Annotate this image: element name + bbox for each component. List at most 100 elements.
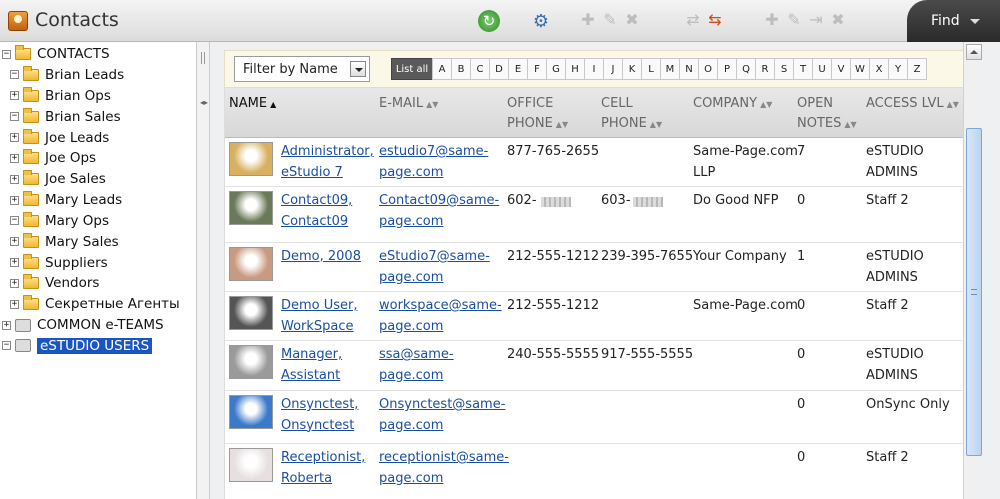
letter-filter-button[interactable]: I	[584, 58, 604, 80]
expand-icon[interactable]: +	[10, 278, 19, 288]
column-header[interactable]: OPEN NOTES ▲▼	[797, 94, 857, 135]
table-row[interactable]: Onsynctest, Onsynctest Onsynctest@same-pag…	[225, 391, 963, 444]
move-folder-icon[interactable]: ⇥	[806, 10, 826, 30]
delete-contact-icon[interactable]: ✖	[622, 10, 642, 30]
column-header[interactable]: OFFICE PHONE ▲▼	[507, 94, 568, 135]
sort-icon[interactable]: ▲▼	[760, 100, 772, 109]
contact-email-link[interactable]: Onsynctest@same-page.com	[379, 395, 505, 436]
column-header[interactable]: NAME ▲	[229, 94, 276, 115]
tree-item[interactable]: + Vendors	[10, 273, 99, 293]
tree-item[interactable]: − Brian Sales	[10, 107, 121, 127]
contact-email-link[interactable]: receptionist@same-page.com	[379, 448, 509, 489]
contact-name-link[interactable]: Receptionist, Roberta	[281, 448, 365, 489]
expand-icon[interactable]: +	[10, 91, 19, 100]
tree-item[interactable]: + Joe Ops	[10, 148, 96, 168]
letter-filter-button[interactable]: C	[470, 58, 490, 80]
expand-icon[interactable]: +	[10, 299, 19, 309]
letter-filter-button[interactable]: X	[869, 58, 889, 80]
expand-icon[interactable]: +	[10, 174, 19, 184]
letter-filter-button[interactable]: J	[603, 58, 623, 80]
add-contact-icon[interactable]: ✚	[578, 10, 598, 30]
contact-email-link[interactable]: ssa@same-page.com	[379, 345, 454, 386]
contact-avatar[interactable]	[229, 345, 273, 379]
vertical-scrollbar[interactable]	[963, 42, 983, 499]
scroll-thumb[interactable]	[966, 128, 982, 456]
letter-filter-button[interactable]: T	[793, 58, 813, 80]
contact-avatar[interactable]	[229, 247, 273, 281]
expand-icon[interactable]: +	[10, 133, 19, 142]
edit-folder-icon[interactable]: ✎	[784, 10, 804, 30]
expand-icon[interactable]: +	[10, 195, 19, 205]
pane-splitter[interactable]: ◂▸	[196, 42, 210, 499]
contact-avatar[interactable]	[229, 448, 273, 482]
contact-name-link[interactable]: Demo User, WorkSpace	[281, 296, 358, 337]
letter-filter-button[interactable]: D	[489, 58, 509, 80]
contact-name-link[interactable]: Administrator, eStudio 7	[281, 142, 374, 183]
letter-filter-button[interactable]: V	[831, 58, 851, 80]
letter-filter-button[interactable]: F	[527, 58, 547, 80]
letter-filter-button[interactable]: G	[546, 58, 566, 80]
letter-filter-button[interactable]: R	[755, 58, 775, 80]
sort-icon[interactable]: ▲	[270, 100, 276, 109]
copy-contact-icon[interactable]: ⇄	[683, 10, 703, 30]
table-row[interactable]: Receptionist, Roberta receptionist@same-pa…	[225, 444, 963, 499]
letter-filter-button[interactable]: Z	[907, 58, 927, 80]
letter-filter-button[interactable]: S	[774, 58, 794, 80]
tree-item[interactable]: − Brian Leads	[10, 65, 124, 85]
letter-filter-button[interactable]: K	[622, 58, 642, 80]
delete-folder-icon[interactable]: ✖	[828, 10, 848, 30]
refresh-icon[interactable]: ↻	[478, 10, 500, 32]
letter-filter-button[interactable]: B	[451, 58, 471, 80]
contact-avatar[interactable]	[229, 395, 273, 429]
column-header[interactable]: COMPANY ▲▼	[693, 94, 772, 115]
column-header[interactable]: ACCESS LVL ▲▼	[866, 94, 959, 115]
letter-filter-button[interactable]: L	[641, 58, 661, 80]
tree-item[interactable]: + Brian Ops	[10, 86, 111, 106]
contact-email-link[interactable]: estudio7@same-page.com	[379, 142, 488, 183]
table-row[interactable]: Manager, Assistant ssa@same-page.com 240-55…	[225, 341, 963, 391]
tree-item[interactable]: − eSTUDIO USERS	[2, 336, 153, 356]
letter-filter-button[interactable]: E	[508, 58, 528, 80]
sync-users-icon[interactable]: ⚙	[528, 10, 554, 32]
letter-filter-button[interactable]: H	[565, 58, 585, 80]
collapse-icon[interactable]: −	[10, 70, 19, 79]
column-header[interactable]: CELL PHONE ▲▼	[601, 94, 662, 135]
letter-filter-button[interactable]: Y	[888, 58, 908, 80]
tree-item[interactable]: + Mary Sales	[10, 232, 119, 252]
expand-icon[interactable]: +	[2, 320, 11, 330]
letter-filter-button[interactable]: U	[812, 58, 832, 80]
table-row[interactable]: Contact09, Contact09 Contact09@same-page.c…	[225, 187, 963, 243]
letter-filter-button[interactable]: Q	[736, 58, 756, 80]
scroll-up-button[interactable]	[966, 44, 982, 60]
contact-name-link[interactable]: Demo, 2008	[281, 247, 361, 268]
expand-icon[interactable]: +	[10, 258, 19, 267]
table-row[interactable]: Demo, 2008 eStudio7@same-page.com 212-555-…	[225, 243, 963, 292]
tree-item[interactable]: + Секретные Агенты	[10, 294, 180, 314]
letter-filter-button[interactable]: M	[660, 58, 680, 80]
tree-item[interactable]: + Suppliers	[10, 253, 108, 273]
collapse-icon[interactable]: −	[2, 49, 11, 59]
tree-item[interactable]: + Joe Sales	[10, 169, 106, 189]
sort-icon[interactable]: ▲▼	[556, 120, 568, 129]
sort-icon[interactable]: ▲▼	[844, 120, 856, 129]
collapse-icon[interactable]: −	[2, 341, 11, 350]
tree-item[interactable]: + COMMON e-TEAMS	[2, 315, 164, 335]
splitter-grip[interactable]	[201, 52, 205, 64]
contact-email-link[interactable]: workspace@same-page.com	[379, 296, 502, 337]
sort-icon[interactable]: ▲▼	[426, 100, 438, 109]
find-button[interactable]: Find	[907, 0, 1000, 42]
expand-icon[interactable]: +	[10, 237, 19, 246]
move-contact-icon[interactable]: ⇆	[705, 10, 725, 30]
letter-filter-button[interactable]: A	[432, 58, 452, 80]
filter-select[interactable]: Filter by Name	[234, 56, 370, 82]
contact-avatar[interactable]	[229, 142, 273, 176]
contact-name-link[interactable]: Manager, Assistant	[281, 345, 342, 386]
sort-icon[interactable]: ▲▼	[650, 120, 662, 129]
letter-filter-button[interactable]: N	[679, 58, 699, 80]
tree-item[interactable]: − Mary Ops	[10, 211, 109, 231]
contact-avatar[interactable]	[229, 191, 273, 225]
expand-icon[interactable]: +	[10, 153, 19, 163]
edit-contact-icon[interactable]: ✎	[600, 10, 620, 30]
contact-avatar[interactable]	[229, 296, 273, 330]
contact-email-link[interactable]: Contact09@same-page.com	[379, 191, 499, 232]
